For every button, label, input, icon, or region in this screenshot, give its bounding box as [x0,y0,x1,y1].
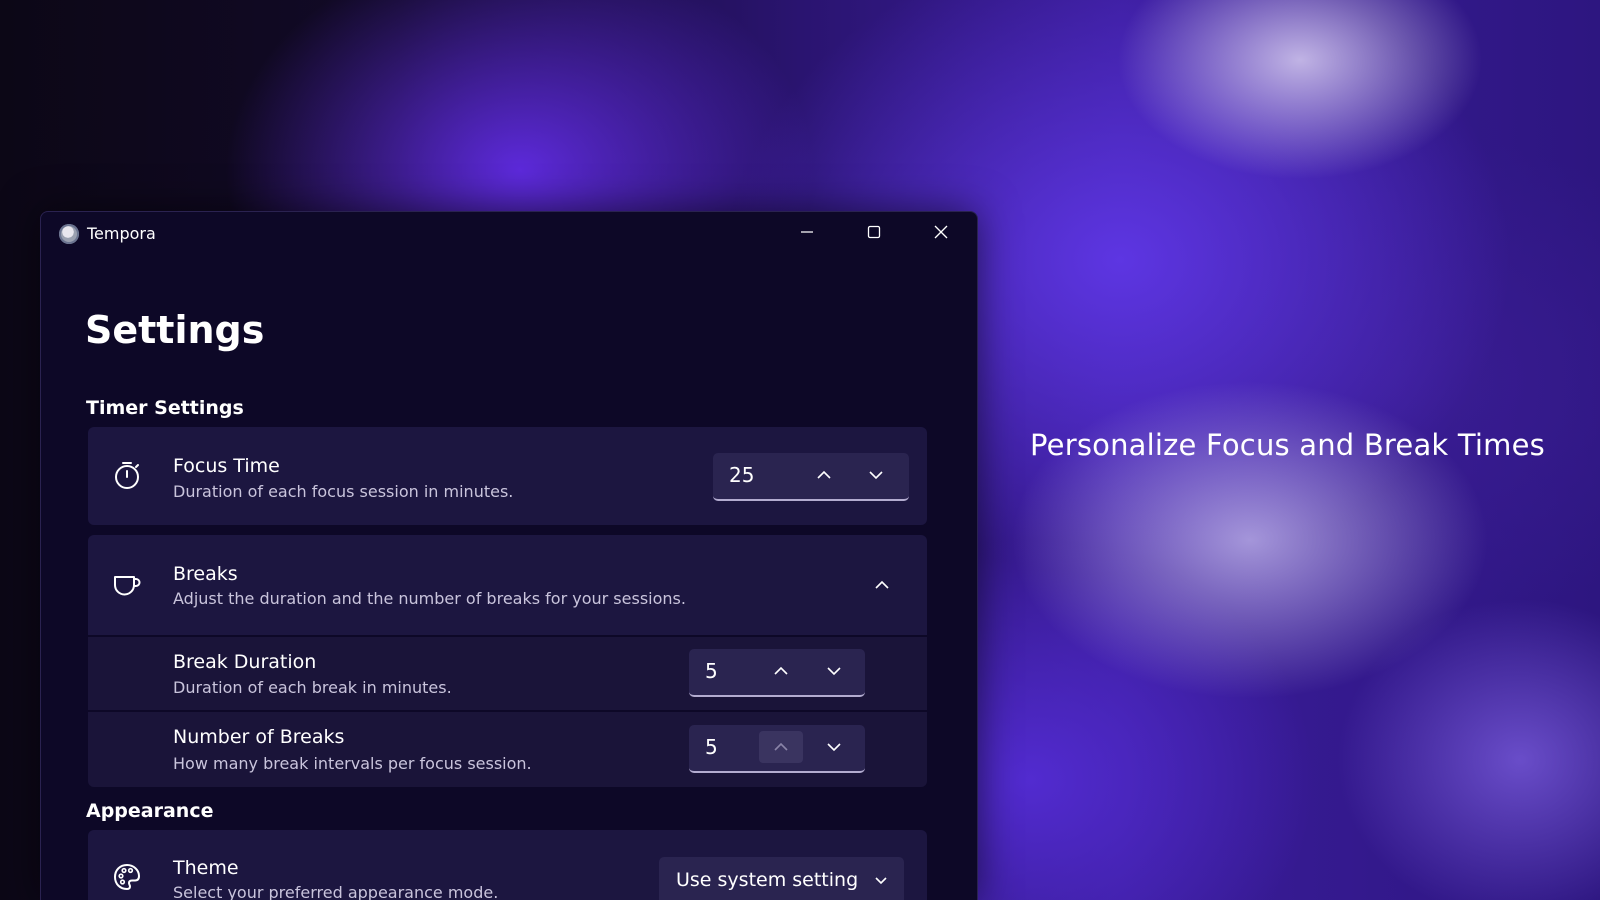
focus-time-card: Focus Time Duration of each focus sessio… [88,427,927,525]
close-button[interactable] [918,216,964,248]
number-of-breaks-title: Number of Breaks [173,726,345,748]
number-of-breaks-decrement-button[interactable] [812,731,856,763]
theme-selected-value: Use system setting [676,869,859,891]
breaks-title: Breaks [173,563,238,585]
breaks-description: Adjust the duration and the number of br… [173,589,686,608]
app-window: Tempora Settings Timer Settings Focus Ti… [40,211,978,900]
minimize-button[interactable] [784,216,830,248]
theme-dropdown[interactable]: Use system setting [659,857,904,900]
chevron-down-icon [827,667,841,676]
number-of-breaks-increment-button[interactable] [759,731,803,763]
break-duration-value[interactable]: 5 [705,659,718,683]
theme-title: Theme [173,857,239,879]
chevron-down-icon [869,471,883,480]
theme-card: Theme Select your preferred appearance m… [88,830,927,900]
chevron-up-icon [875,580,889,589]
break-duration-row: Break Duration Duration of each break in… [88,637,927,710]
stopwatch-icon [115,462,139,489]
chevron-up-icon [774,742,788,751]
app-title: Tempora [87,224,156,243]
break-duration-increment-button[interactable] [759,655,803,687]
theme-description: Select your preferred appearance mode. [173,883,499,900]
maximize-icon [867,225,881,239]
break-duration-stepper[interactable]: 5 [689,649,865,697]
chevron-down-icon [827,743,841,752]
focus-time-stepper[interactable]: 25 [713,453,909,501]
number-of-breaks-value[interactable]: 5 [705,735,718,759]
focus-time-value[interactable]: 25 [729,463,754,487]
close-icon [934,225,948,239]
focus-time-description: Duration of each focus session in minute… [173,482,514,501]
number-of-breaks-row: Number of Breaks How many break interval… [88,712,927,787]
break-duration-title: Break Duration [173,651,317,673]
app-logo-icon [59,224,79,244]
promo-tagline: Personalize Focus and Break Times [1030,428,1545,462]
number-of-breaks-stepper[interactable]: 5 [689,725,865,773]
title-bar[interactable]: Tempora [41,212,977,256]
focus-time-decrement-button[interactable] [854,459,898,491]
break-duration-decrement-button[interactable] [812,655,856,687]
maximize-button[interactable] [851,216,897,248]
chevron-up-icon [774,666,788,675]
minimize-icon [801,231,813,233]
section-title-appearance: Appearance [86,800,214,822]
chevron-down-icon [875,877,887,885]
page-title: Settings [85,308,265,352]
break-duration-description: Duration of each break in minutes. [173,678,452,697]
focus-time-title: Focus Time [173,455,280,477]
chevron-up-icon [817,470,831,479]
cup-icon [114,576,141,596]
focus-time-increment-button[interactable] [802,459,846,491]
number-of-breaks-description: How many break intervals per focus sessi… [173,754,532,773]
section-title-timer-settings: Timer Settings [86,397,244,419]
palette-icon [114,864,140,890]
breaks-collapse-button[interactable] [865,568,899,602]
breaks-expander[interactable]: Breaks Adjust the duration and the numbe… [88,535,927,635]
